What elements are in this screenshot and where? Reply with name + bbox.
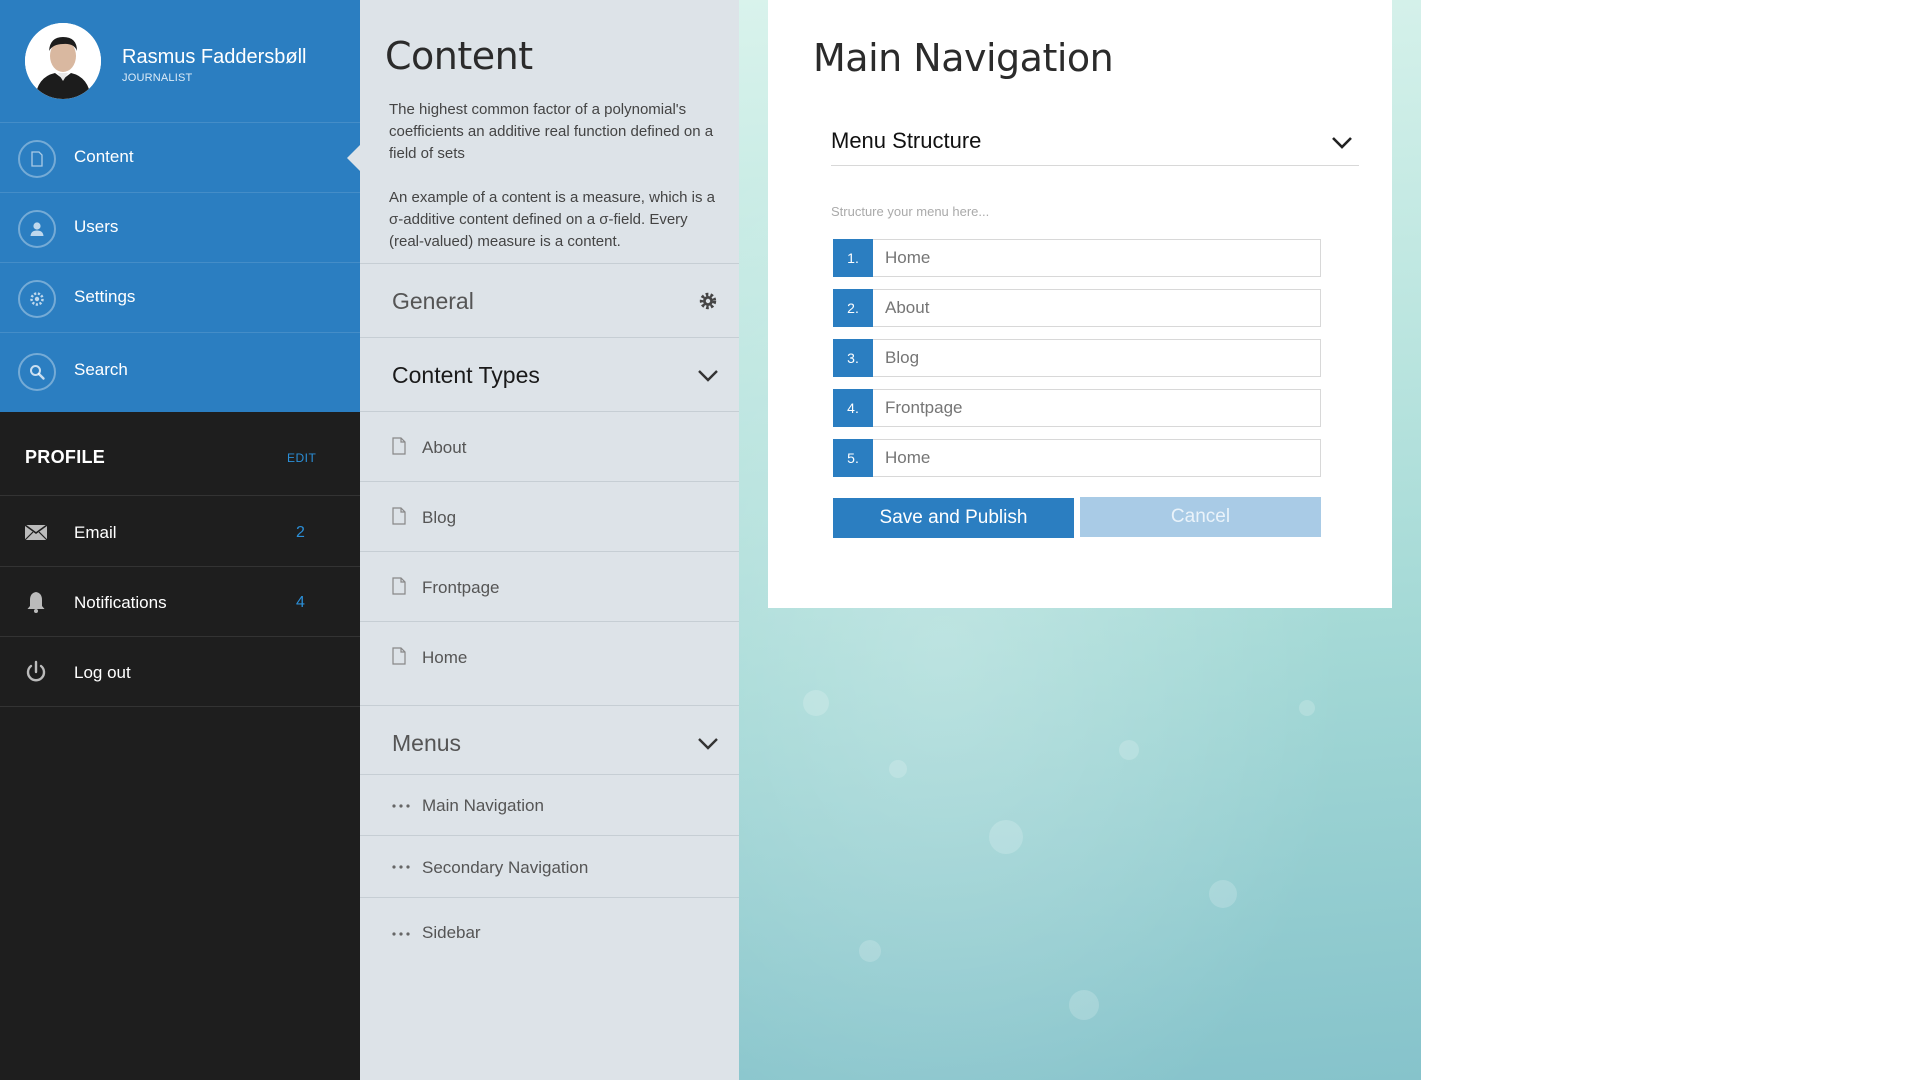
nav-item-settings[interactable]: Settings	[0, 263, 360, 333]
search-icon	[18, 353, 56, 391]
user-icon	[18, 210, 56, 248]
menu-row-number: 5.	[833, 439, 873, 477]
menu-item-label: Secondary Navigation	[422, 858, 589, 877]
section-content-types[interactable]: Content Types	[360, 337, 739, 411]
more-dots-icon	[392, 865, 410, 869]
user-role: JOURNALIST	[122, 72, 193, 84]
profile-item-notifications[interactable]: Notifications 4	[0, 567, 360, 637]
menu-row-input[interactable]	[873, 389, 1321, 427]
menu-row-number: 4.	[833, 389, 873, 427]
profile-title: PROFILE	[25, 447, 106, 467]
gear-icon	[18, 280, 56, 318]
profile-edit-link[interactable]: EDIT	[287, 451, 316, 465]
notifications-count-badge: 4	[296, 594, 305, 611]
menu-row-input[interactable]	[873, 339, 1321, 377]
avatar-portrait-icon	[25, 23, 101, 99]
menu-structure-label: Menu Structure	[831, 128, 982, 153]
main-navigation-card: Main Navigation Menu Structure Structure…	[768, 0, 1392, 608]
nav-item-search[interactable]: Search	[0, 336, 360, 406]
bell-icon	[27, 592, 45, 613]
document-icon	[392, 437, 406, 455]
structure-hint: Structure your menu here...	[831, 204, 990, 219]
menu-row-number: 1.	[833, 239, 873, 277]
nav-item-content[interactable]: Content	[0, 123, 361, 193]
menu-item[interactable]: Sidebar	[360, 897, 739, 959]
menu-row-input[interactable]	[873, 289, 1321, 327]
bokeh-light	[859, 940, 881, 962]
bokeh-light	[1119, 740, 1139, 760]
profile-header: PROFILE EDIT	[0, 412, 360, 496]
content-description-2: An example of a content is a measure, wh…	[389, 189, 716, 250]
email-count-badge: 2	[296, 524, 305, 541]
sidebar: Rasmus Faddersbøll JOURNALIST Content Us…	[0, 0, 361, 1080]
content-type-item[interactable]: Blog	[360, 481, 739, 551]
menu-item-label: Sidebar	[422, 923, 481, 942]
menu-row: 1.	[833, 239, 1321, 277]
section-menus-label: Menus	[392, 730, 462, 756]
more-dots-icon	[392, 932, 410, 936]
cancel-button[interactable]: Cancel	[1080, 497, 1321, 537]
menu-row-input[interactable]	[873, 439, 1321, 477]
gear-icon[interactable]	[697, 290, 719, 312]
logout-label: Log out	[74, 663, 131, 682]
sidebar-nav-panel: Rasmus Faddersbøll JOURNALIST Content Us…	[0, 0, 361, 412]
content-type-label: Blog	[422, 508, 457, 527]
content-description-1: The highest common factor of a polynomia…	[389, 101, 714, 162]
content-panel: Content The highest common factor of a p…	[360, 0, 739, 1080]
bokeh-light	[889, 760, 907, 778]
avatar[interactable]	[25, 23, 101, 99]
menu-row-input[interactable]	[873, 239, 1321, 277]
nav-label-settings: Settings	[74, 287, 136, 306]
document-icon	[18, 140, 56, 178]
document-icon	[392, 577, 406, 595]
section-content-types-label: Content Types	[392, 362, 540, 388]
menu-row: 3.	[833, 339, 1321, 377]
power-icon	[26, 660, 46, 682]
content-type-label: Home	[422, 648, 468, 667]
bokeh-light	[989, 820, 1023, 854]
menu-item-label: Main Navigation	[422, 796, 544, 815]
bokeh-light	[803, 690, 829, 716]
email-label: Email	[74, 523, 117, 542]
menu-item[interactable]: Secondary Navigation	[360, 835, 739, 897]
document-icon	[392, 507, 406, 525]
content-title: Content	[385, 34, 533, 78]
chevron-down-icon[interactable]	[697, 364, 719, 386]
content-type-item[interactable]: Home	[360, 621, 739, 691]
nav-label-content: Content	[74, 147, 134, 166]
notifications-label: Notifications	[74, 593, 167, 612]
section-general[interactable]: General	[360, 263, 739, 337]
content-type-item[interactable]: Frontpage	[360, 551, 739, 621]
menu-structure-dropdown[interactable]: Menu Structure	[831, 120, 1359, 166]
chevron-down-icon[interactable]	[697, 732, 719, 754]
active-indicator	[347, 144, 361, 172]
more-dots-icon	[392, 804, 410, 808]
user-block: Rasmus Faddersbøll JOURNALIST	[0, 0, 360, 123]
menu-row: 2.	[833, 289, 1321, 327]
bokeh-light	[1209, 880, 1237, 908]
card-title: Main Navigation	[813, 36, 1114, 80]
bokeh-light	[1299, 700, 1315, 716]
menu-row-number: 3.	[833, 339, 873, 377]
menu-row: 4.	[833, 389, 1321, 427]
bokeh-light	[1069, 990, 1099, 1020]
chevron-down-icon	[1332, 137, 1352, 149]
profile-item-email[interactable]: Email 2	[0, 497, 360, 567]
menu-row-number: 2.	[833, 289, 873, 327]
envelope-icon	[24, 524, 48, 541]
content-type-label: Frontpage	[422, 578, 500, 597]
save-and-publish-button[interactable]: Save and Publish	[833, 498, 1074, 538]
section-menus[interactable]: Menus	[360, 705, 739, 779]
menu-item[interactable]: Main Navigation	[360, 774, 739, 835]
user-name: Rasmus Faddersbøll	[122, 46, 307, 68]
document-icon	[392, 647, 406, 665]
nav-item-users[interactable]: Users	[0, 193, 360, 263]
content-type-item[interactable]: About	[360, 411, 739, 481]
content-type-label: About	[422, 438, 467, 457]
section-general-label: General	[392, 288, 474, 314]
menu-row: 5.	[833, 439, 1321, 477]
nav-label-users: Users	[74, 217, 119, 236]
nav-label-search: Search	[74, 360, 128, 379]
profile-item-logout[interactable]: Log out	[0, 637, 360, 707]
